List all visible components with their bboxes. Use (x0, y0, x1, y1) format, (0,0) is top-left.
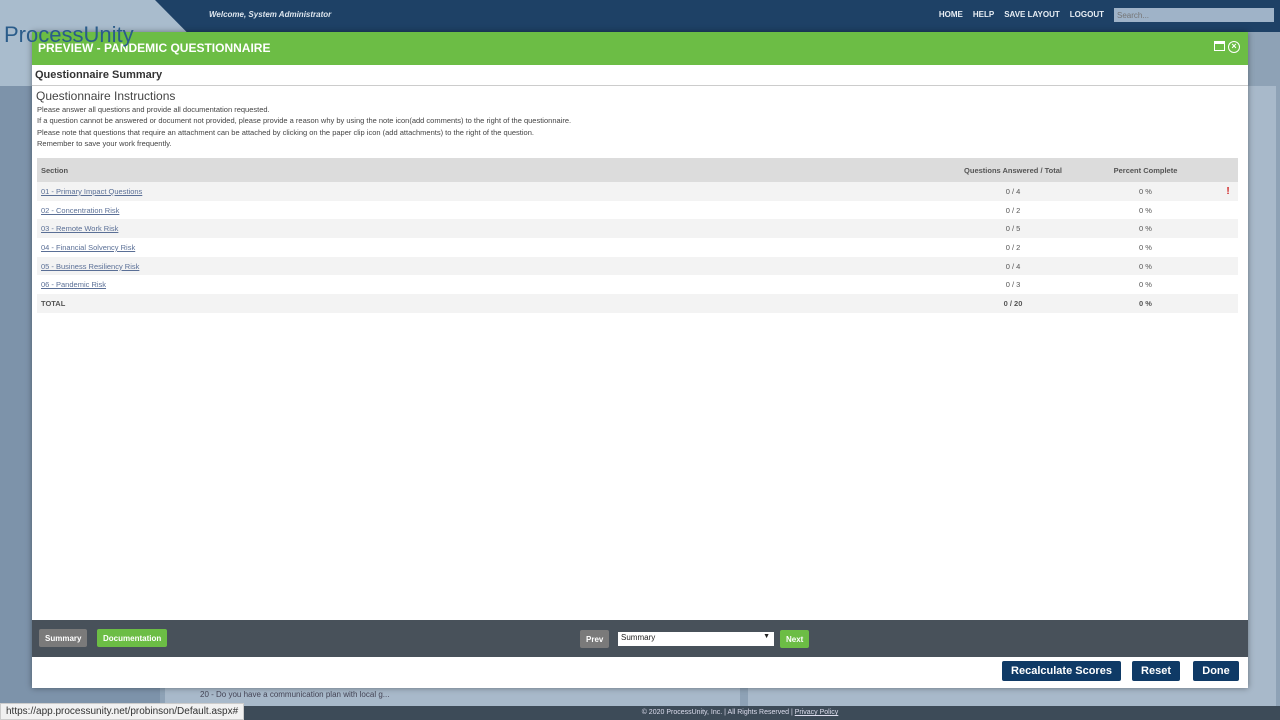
answered-cell: 0 / 2 (1005, 242, 1021, 252)
table-row: 01 - Primary Impact Questions 0 / 40 %! (37, 182, 1238, 201)
instruction-line: Please answer all questions and provide … (37, 105, 270, 114)
status-url: https://app.processunity.net/probinson/D… (0, 703, 245, 720)
next-button[interactable]: Next (780, 630, 810, 648)
recalculate-scores-button[interactable]: Recalculate Scores (1002, 661, 1121, 681)
answered-cell: 0 / 3 (1005, 280, 1021, 290)
total-label: TOTAL (37, 294, 953, 313)
section-link[interactable]: 01 - Primary Impact Questions (41, 187, 142, 196)
copyright: © 2020 ProcessUnity, Inc. | All Rights R… (641, 709, 793, 716)
background-row: 20 - Do you have a communication plan wi… (200, 690, 390, 699)
percent-cell: 0 % (1139, 280, 1152, 290)
total-percent: 0 % (1073, 294, 1218, 313)
nav-logout[interactable]: LOGOUT (1070, 10, 1104, 19)
modal-footer-bar: Summary Documentation Prev Summary ▼ Next (32, 620, 1248, 657)
total-answered: 0 / 20 (953, 294, 1073, 313)
preview-modal: PREVIEW - PANDEMIC QUESTIONNAIRE × Quest… (32, 32, 1248, 688)
section-link[interactable]: 06 - Pandemic Risk (41, 280, 106, 289)
section-link[interactable]: 03 - Remote Work Risk (41, 224, 118, 233)
table-row: 05 - Business Resiliency Risk 0 / 40 % (37, 256, 1238, 276)
top-nav: HOME HELP SAVE LAYOUT LOGOUT (939, 10, 1104, 19)
section-link[interactable]: 05 - Business Resiliency Risk (41, 262, 139, 271)
table-row: 06 - Pandemic Risk 0 / 3 0 % (37, 275, 1238, 294)
col-percent: Percent Complete (1073, 158, 1218, 182)
section-select[interactable]: Summary ▼ (618, 632, 774, 646)
warning-icon (1218, 256, 1238, 276)
dropdown-arrow-icon: ▼ (763, 633, 770, 640)
privacy-link[interactable]: Privacy Policy (795, 709, 839, 716)
total-row: TOTAL 0 / 20 0 % (37, 294, 1238, 313)
maximize-icon[interactable] (1214, 41, 1225, 51)
nav-help[interactable]: HELP (973, 10, 994, 19)
answered-cell: 0 / 4 (953, 256, 1073, 276)
summary-button[interactable]: Summary (39, 629, 88, 647)
answered-cell: 0 / 4 (953, 182, 1073, 201)
reset-button[interactable]: Reset (1132, 661, 1180, 681)
instruction-line: Please note that questions that require … (37, 127, 534, 137)
select-value: Summary (621, 633, 656, 642)
section-link[interactable]: 02 - Concentration Risk (41, 206, 119, 215)
col-flag (1218, 158, 1238, 182)
instructions: Please answer all questions and provide … (32, 103, 1248, 150)
table-row: 04 - Financial Solvency Risk 0 / 2 0 % (37, 238, 1238, 257)
welcome-text: Welcome, System Administrator (209, 10, 332, 19)
percent-cell: 0 % (1073, 219, 1218, 239)
percent-cell: 0 % (1073, 182, 1218, 201)
col-answered: Questions Answered / Total (953, 158, 1073, 182)
warning-icon (1218, 201, 1238, 220)
close-icon[interactable]: × (1228, 41, 1240, 53)
modal-header: PREVIEW - PANDEMIC QUESTIONNAIRE × (32, 32, 1248, 65)
answered-cell: 0 / 2 (1005, 205, 1021, 215)
percent-cell: 0 % (1139, 242, 1152, 252)
table-row: 02 - Concentration Risk 0 / 2 0 % (37, 201, 1238, 220)
col-section: Section (37, 158, 953, 182)
documentation-button[interactable]: Documentation (97, 629, 168, 647)
done-button[interactable]: Done (1193, 661, 1239, 681)
answered-cell: 0 / 5 (953, 219, 1073, 239)
percent-cell: 0 % (1073, 256, 1218, 276)
nav-home[interactable]: HOME (939, 10, 963, 19)
instructions-title: Questionnaire Instructions (36, 89, 176, 103)
section-link[interactable]: 04 - Financial Solvency Risk (41, 243, 135, 252)
instruction-line: If a question cannot be answered or docu… (37, 116, 572, 126)
warning-icon (1218, 275, 1238, 294)
prev-button[interactable]: Prev (580, 630, 610, 648)
summary-title: Questionnaire Summary (32, 65, 1248, 86)
nav-save-layout[interactable]: SAVE LAYOUT (1004, 10, 1060, 19)
search-input[interactable] (1114, 8, 1274, 22)
warning-icon (1218, 238, 1238, 257)
warning-icon: ! (1218, 182, 1238, 201)
instruction-line: Remember to save your work frequently. (37, 138, 172, 148)
summary-table: Section Questions Answered / Total Perce… (37, 158, 1238, 313)
percent-cell: 0 % (1139, 205, 1152, 215)
table-row: 03 - Remote Work Risk 0 / 50 % (37, 219, 1238, 239)
warning-icon (1218, 219, 1238, 239)
logo: ProcessUnity (4, 22, 134, 47)
